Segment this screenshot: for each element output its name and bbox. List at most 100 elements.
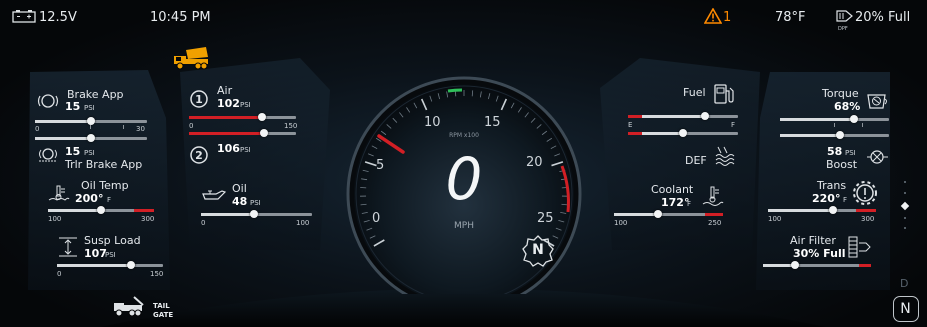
susp-load-unit: PSI (105, 251, 116, 259)
transmission-icon (852, 180, 878, 206)
fuel-label: Fuel (683, 86, 706, 99)
oil-value: 48 (232, 195, 248, 208)
rpm-tick-25: 25 (537, 211, 554, 226)
speedo-tick (471, 90, 474, 97)
warning-icon[interactable] (704, 8, 722, 24)
rpm-tick-20: 20 (526, 155, 543, 170)
page-indicator-active (900, 201, 910, 211)
outside-temperature: 78°F (775, 10, 806, 25)
torque-indicator (850, 115, 858, 123)
oil-temp-indicator (97, 206, 105, 214)
rpm-tick-5: 5 (376, 158, 385, 173)
brake-icon (37, 93, 59, 109)
torque-icon (865, 91, 889, 111)
tail-gate-truck-icon (112, 294, 146, 318)
torque-tick (862, 123, 863, 127)
air-filter-icon (846, 235, 872, 259)
dpf-label: DPF (838, 26, 848, 32)
speed-value: 0 (445, 145, 483, 213)
oil-pressure-bar (201, 210, 312, 218)
oil-can-icon (200, 188, 226, 202)
coolant-unit: F (687, 200, 692, 208)
def-bar (628, 129, 738, 137)
trlr-brake-indicator (87, 134, 95, 142)
torque-tick (834, 123, 835, 127)
fuel-bar (628, 112, 738, 120)
fuel-indicator (701, 112, 709, 120)
air-1-max: 150 (284, 122, 298, 130)
torque-bar (780, 115, 889, 123)
gear-selector-badge[interactable]: N (893, 296, 919, 322)
susp-load-value: 107 (84, 247, 107, 260)
svg-text:2: 2 (195, 149, 203, 162)
warning-count: 1 (723, 10, 732, 25)
suspension-load-icon (57, 236, 79, 258)
oil-pressure-min: 0 (201, 219, 206, 227)
rpm-tick-10: 10 (424, 115, 441, 130)
air-1-indicator (258, 113, 266, 121)
boost-indicator (836, 131, 844, 139)
coolant-temp-icon (702, 186, 724, 208)
susp-load-label: Susp Load (84, 234, 141, 247)
coolant-value: 172° (661, 196, 690, 209)
trans-temp-min: 100 (768, 215, 782, 223)
boost-value: 58 (827, 145, 843, 158)
air-1-unit: PSI (240, 101, 251, 109)
rpm-unit-label: RPM x100 (449, 132, 479, 139)
boost-label: Boost (826, 158, 858, 171)
coolant-min: 100 (614, 219, 628, 227)
trans-temp-indicator (829, 206, 837, 214)
oil-temp-value: 200° (75, 192, 104, 205)
rpm-tick-15: 15 (484, 115, 501, 130)
brake-app-label: Brake App (67, 88, 124, 101)
tail-gate-label: TAIL GATE (153, 302, 174, 319)
air-2-indicator (260, 129, 268, 137)
brake-app-tick (90, 125, 91, 129)
susp-load-min: 0 (57, 270, 62, 278)
def-indicator (679, 129, 687, 137)
trlr-brake-value: 15 (65, 145, 81, 158)
brake-app-unit: PSI (84, 104, 95, 112)
air-1-bar (189, 113, 296, 121)
brake-app-bar (35, 117, 147, 125)
brake-app-indicator (87, 117, 95, 125)
air-1-value: 102 (217, 97, 240, 110)
rpm-tick-0: 0 (372, 211, 381, 226)
battery-icon (12, 9, 36, 23)
trans-unit: F (843, 196, 848, 204)
air-2-unit: PSI (240, 146, 251, 154)
air-filter-indicator (791, 261, 799, 269)
air-filter-bar (763, 261, 871, 269)
trans-label: Trans (817, 179, 847, 192)
oil-temp-bar (48, 206, 154, 214)
air-circuit-1-icon: 1 (189, 89, 209, 109)
clock-time: 10:45 PM (150, 10, 211, 25)
instrument-cluster: 12.5V 10:45 PM 1 78°F 20% Full DPF Brake… (0, 0, 927, 327)
oil-pressure-max: 100 (296, 219, 310, 227)
coolant-label: Coolant (651, 183, 694, 196)
oil-temp-max: 300 (141, 215, 155, 223)
air-label: Air (217, 84, 233, 97)
battery-voltage: 12.5V (39, 10, 77, 25)
air-1-min: 0 (189, 122, 194, 130)
boost-unit: PSI (845, 149, 856, 157)
gear-selector-value: N (900, 301, 911, 317)
fuel-full-label: F (731, 121, 736, 129)
coolant-max: 250 (708, 219, 722, 227)
trailer-brake-icon (37, 147, 59, 163)
turbo-boost-icon (865, 146, 889, 168)
boost-bar (780, 131, 889, 139)
speed-unit: MPH (454, 221, 474, 231)
dpf-icon (836, 8, 854, 24)
oil-temp-icon (48, 185, 70, 201)
susp-load-bar (57, 261, 163, 269)
rpm-green-band (447, 88, 463, 93)
brake-app-value: 15 (65, 100, 81, 113)
coolant-bar (614, 210, 723, 218)
air-2-bar (189, 129, 296, 137)
air-filter-value: 30% Full (793, 247, 846, 260)
def-label: DEF (685, 154, 707, 167)
trans-temp-max: 300 (861, 215, 875, 223)
oil-temp-unit: F (107, 196, 112, 204)
page-indicator[interactable] (900, 181, 910, 231)
